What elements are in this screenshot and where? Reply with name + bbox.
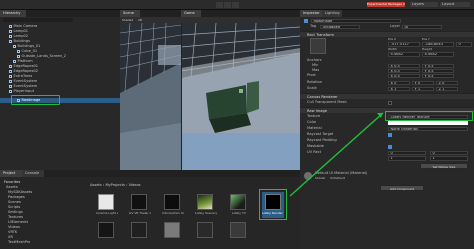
- annotation-arrow: [289, 112, 384, 197]
